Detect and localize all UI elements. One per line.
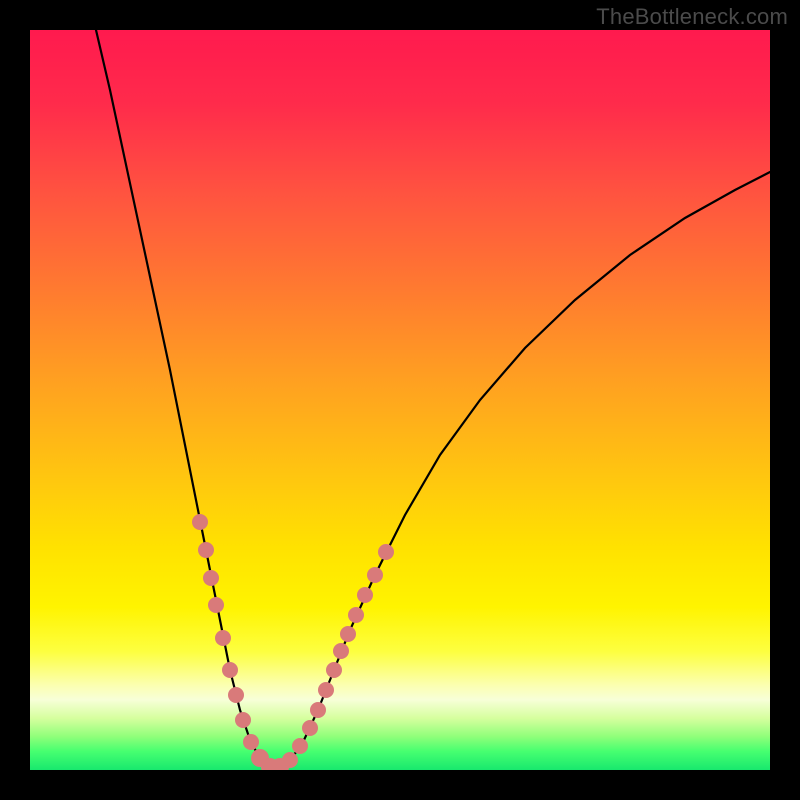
data-marker — [378, 544, 394, 560]
data-marker — [198, 542, 214, 558]
data-marker — [208, 597, 224, 613]
data-marker — [348, 607, 364, 623]
data-marker — [222, 662, 238, 678]
data-marker — [203, 570, 219, 586]
data-marker — [215, 630, 231, 646]
data-marker — [340, 626, 356, 642]
outer-frame: TheBottleneck.com — [0, 0, 800, 800]
plot-area — [30, 30, 770, 770]
watermark-text: TheBottleneck.com — [596, 4, 788, 30]
data-marker — [310, 702, 326, 718]
data-marker — [282, 752, 298, 768]
data-marker — [326, 662, 342, 678]
data-marker — [228, 687, 244, 703]
data-marker — [235, 712, 251, 728]
data-marker — [292, 738, 308, 754]
data-marker — [333, 643, 349, 659]
data-marker — [192, 514, 208, 530]
curve-right-branch — [274, 172, 770, 770]
data-marker — [357, 587, 373, 603]
data-marker — [243, 734, 259, 750]
bottleneck-curve — [30, 30, 770, 770]
data-marker — [302, 720, 318, 736]
data-marker — [367, 567, 383, 583]
data-marker — [318, 682, 334, 698]
curve-left-branch — [96, 30, 274, 770]
